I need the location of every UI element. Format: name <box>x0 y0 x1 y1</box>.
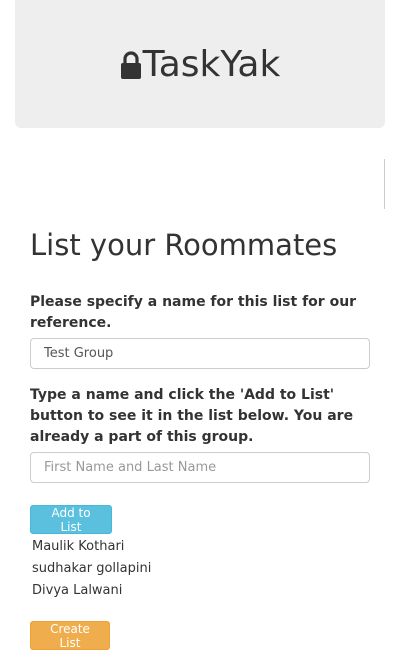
add-to-list-button[interactable]: Add to List <box>30 505 112 534</box>
brand-name: TaskYak <box>142 43 281 85</box>
list-item: Divya Lalwani <box>32 583 123 598</box>
lock-icon <box>120 51 141 79</box>
roommate-list: Maulik Kothari sudhakar gollapini Divya … <box>32 536 151 602</box>
roommate-instructions: Type a name and click the 'Add to List' … <box>30 387 354 445</box>
page-title: List your Roommates <box>30 228 338 262</box>
group-name-label: Please specify a name for this list for … <box>30 294 357 331</box>
roommate-name-input[interactable] <box>30 452 370 483</box>
group-name-input[interactable] <box>30 338 370 369</box>
list-item: sudhakar gollapini <box>32 561 152 576</box>
header-banner: TaskYak <box>15 0 385 128</box>
create-list-button[interactable]: Create List <box>30 621 110 650</box>
list-item: Maulik Kothari <box>32 539 125 554</box>
scrollbar-track <box>384 159 385 209</box>
brand-logo: TaskYak <box>120 43 281 85</box>
